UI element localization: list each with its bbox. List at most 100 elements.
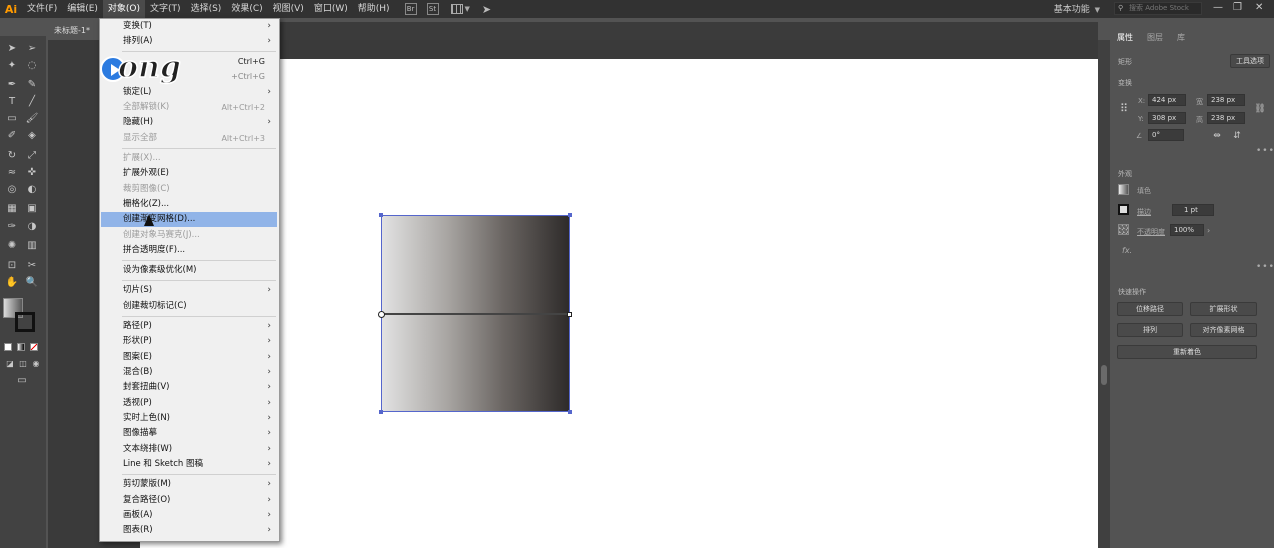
y-input[interactable]: 308 px: [1148, 112, 1186, 124]
menu-item-expand[interactable]: 扩展(X)...: [101, 151, 277, 166]
recolor-button[interactable]: 重新着色: [1117, 345, 1257, 359]
fx-label[interactable]: fx.: [1122, 246, 1132, 255]
stroke-label[interactable]: 描边: [1137, 207, 1151, 217]
menu-item-text-wrap[interactable]: 文本绕排(W) ›: [101, 442, 277, 457]
live-paint-icon[interactable]: ◐: [25, 183, 39, 197]
height-input[interactable]: 238 px: [1207, 112, 1245, 124]
document-tab[interactable]: 未标题-1*: [48, 22, 103, 40]
color-mode-icon[interactable]: [4, 343, 12, 351]
tab-layers[interactable]: 图层: [1140, 30, 1170, 46]
draw-behind-icon[interactable]: ◫: [16, 357, 30, 371]
send-icon[interactable]: ➤: [482, 3, 491, 16]
chevron-right-icon[interactable]: ›: [1207, 226, 1210, 235]
arrange-button[interactable]: 排列: [1117, 323, 1183, 337]
fill-swatch-panel[interactable]: [1118, 184, 1129, 195]
shaper-tool-icon[interactable]: ✐: [5, 129, 19, 143]
width-input[interactable]: 238 px: [1207, 94, 1245, 106]
menu-item-crop-image[interactable]: 裁剪图像(C): [101, 182, 277, 197]
mesh-tool-icon[interactable]: ▦: [5, 202, 19, 216]
close-icon[interactable]: ✕: [1255, 2, 1263, 13]
eyedropper-icon[interactable]: ✑: [5, 220, 19, 234]
none-mode-icon[interactable]: [30, 343, 38, 351]
menu-item-line-sketch-art[interactable]: Line 和 Sketch 图稿 ›: [101, 457, 277, 472]
warp-tool-icon[interactable]: ≈: [5, 166, 19, 180]
bridge-icon[interactable]: Br: [404, 3, 417, 15]
draw-mode-icon[interactable]: ◪: [3, 357, 17, 371]
gradient-mode-icon[interactable]: [17, 343, 25, 351]
more-options-icon[interactable]: •••: [1256, 146, 1274, 156]
shape-builder-icon[interactable]: ◎: [5, 183, 19, 197]
menu-help[interactable]: 帮助(H): [353, 0, 395, 18]
selection-handle[interactable]: [568, 213, 572, 217]
artboard[interactable]: [140, 59, 1098, 548]
eraser-icon[interactable]: ◈: [25, 129, 39, 143]
selection-tool-icon[interactable]: ➤: [5, 42, 19, 56]
tool-options-button[interactable]: 工具选项: [1230, 54, 1270, 68]
menu-item-image-trace[interactable]: 图像描摹 ›: [101, 426, 277, 441]
arrange-documents-icon[interactable]: [450, 4, 463, 14]
anchor-point[interactable]: [378, 311, 385, 318]
lasso-icon[interactable]: ◌: [25, 59, 39, 73]
stroke-swatch-panel[interactable]: [1118, 204, 1129, 215]
selection-handle[interactable]: [379, 410, 383, 414]
menu-item-blend[interactable]: 混合(B) ›: [101, 365, 277, 380]
opacity-input[interactable]: 100%: [1170, 224, 1204, 236]
minimize-icon[interactable]: —: [1213, 2, 1223, 13]
menu-view[interactable]: 视图(V): [268, 0, 309, 18]
puppet-warp-icon[interactable]: ✜: [25, 166, 39, 180]
menu-item-lock[interactable]: 锁定(L) ›: [101, 85, 277, 100]
line-tool-icon[interactable]: ╱: [25, 95, 39, 109]
menu-type[interactable]: 文字(T): [145, 0, 186, 18]
curvature-tool-icon[interactable]: ✎: [25, 78, 39, 92]
menu-item-rasterize[interactable]: 栅格化(Z)...: [101, 197, 277, 212]
flip-vertical-icon[interactable]: ⇵: [1230, 129, 1244, 143]
gradient-tool-icon[interactable]: ▣: [25, 202, 39, 216]
menu-item-expand-appearance[interactable]: 扩展外观(E): [101, 166, 277, 181]
menu-file[interactable]: 文件(F): [22, 0, 62, 18]
more-options-icon[interactable]: •••: [1256, 262, 1274, 272]
menu-item-arrange[interactable]: 排列(A) ›: [101, 34, 277, 49]
rotate-tool-icon[interactable]: ↻: [5, 149, 19, 163]
menu-item-hide[interactable]: 隐藏(H) ›: [101, 115, 277, 130]
link-icon[interactable]: ⛓: [1253, 102, 1267, 116]
restore-icon[interactable]: ❐: [1233, 2, 1242, 13]
menu-item-path[interactable]: 路径(P) ›: [101, 319, 277, 334]
menu-item-envelope-distort[interactable]: 封套扭曲(V) ›: [101, 380, 277, 395]
hand-tool-icon[interactable]: ✋: [5, 276, 19, 290]
reference-point-icon[interactable]: ⠿: [1117, 102, 1131, 116]
stock-icon[interactable]: St: [426, 3, 439, 15]
scale-tool-icon[interactable]: ⤢: [25, 149, 39, 163]
stroke-swatch[interactable]: [15, 312, 35, 332]
magic-wand-icon[interactable]: ✦: [5, 59, 19, 73]
menu-item-clipping-mask[interactable]: 剪切蒙版(M) ›: [101, 477, 277, 492]
direct-selection-tool-icon[interactable]: ➢: [25, 42, 39, 56]
anchor-point[interactable]: [567, 312, 572, 317]
menu-effect[interactable]: 效果(C): [226, 0, 267, 18]
scrollbar-thumb[interactable]: [1101, 365, 1107, 385]
graph-tool-icon[interactable]: ▥: [25, 239, 39, 253]
selected-path[interactable]: [381, 313, 570, 315]
menu-item-pattern[interactable]: 图案(E) ›: [101, 350, 277, 365]
menu-item-create-trim-marks[interactable]: 创建裁切标记(C): [101, 299, 277, 314]
menu-item-compound-path[interactable]: 复合路径(O) ›: [101, 493, 277, 508]
menu-item-make-pixel-perfect[interactable]: 设为像素级优化(M): [101, 263, 277, 278]
vertical-scrollbar[interactable]: [1098, 40, 1110, 548]
menu-item-slice[interactable]: 切片(S) ›: [101, 283, 277, 298]
menu-item-show-all[interactable]: 显示全部 Alt+Ctrl+3: [101, 131, 277, 146]
tab-properties[interactable]: 属性: [1110, 30, 1140, 46]
draw-inside-icon[interactable]: ◉: [29, 357, 43, 371]
menu-item-perspective[interactable]: 透视(P) ›: [101, 396, 277, 411]
flip-horizontal-icon[interactable]: ⇹: [1210, 129, 1224, 143]
menu-item-flatten-transparency[interactable]: 拼合透明度(F)...: [101, 243, 277, 258]
stroke-weight-input[interactable]: 1 pt: [1172, 204, 1214, 216]
tab-libraries[interactable]: 库: [1170, 30, 1192, 46]
x-input[interactable]: 424 px: [1148, 94, 1186, 106]
offset-path-button[interactable]: 位移路径: [1117, 302, 1183, 316]
stock-search-input[interactable]: ⚲ 搜索 Adobe Stock: [1114, 2, 1202, 15]
artboard-tool-icon[interactable]: ⊡: [5, 259, 19, 273]
workspace-switcher[interactable]: 基本功能 ▼: [1054, 2, 1100, 15]
align-pixel-grid-button[interactable]: 对齐像素网格: [1190, 323, 1257, 337]
blend-tool-icon[interactable]: ◑: [25, 220, 39, 234]
menu-edit[interactable]: 编辑(E): [62, 0, 103, 18]
menu-object[interactable]: 对象(O): [102, 0, 146, 18]
